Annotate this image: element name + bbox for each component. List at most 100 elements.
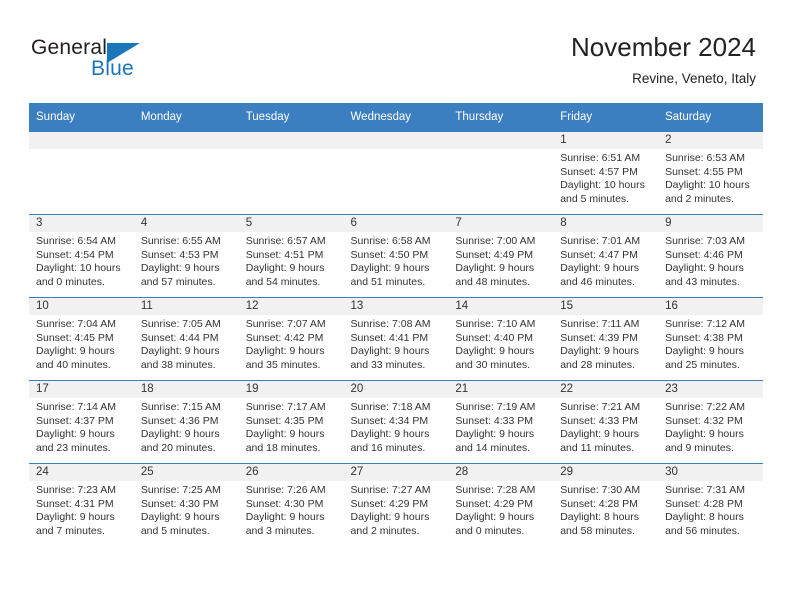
day-cell-inner: 28 Sunrise: 7:28 AM Sunset: 4:29 PM Dayligh… <box>448 464 554 546</box>
calendar-day-cell[interactable]: 15 Sunrise: 7:11 AM Sunset: 4:39 PM Dayligh… <box>553 297 659 381</box>
daylight-text-cont: and 51 minutes. <box>350 275 426 288</box>
sunset-text: Sunset: 4:36 PM <box>140 414 219 427</box>
calendar-day-cell[interactable]: 28 Sunrise: 7:28 AM Sunset: 4:29 PM Dayligh… <box>448 463 554 546</box>
day-number <box>133 132 239 149</box>
day-cell-inner: 24 Sunrise: 7:23 AM Sunset: 4:31 PM Dayligh… <box>29 464 134 546</box>
calendar-day-cell[interactable]: 11 Sunrise: 7:05 AM Sunset: 4:44 PM Dayligh… <box>133 297 239 381</box>
day-details: Sunrise: 6:54 AM Sunset: 4:54 PM Daylight:… <box>29 232 134 289</box>
calendar-day-cell[interactable]: 9 Sunrise: 7:03 AM Sunset: 4:46 PM Daylight… <box>658 214 763 298</box>
calendar-day-cell[interactable]: 19 Sunrise: 7:17 AM Sunset: 4:35 PM Dayligh… <box>238 380 344 464</box>
calendar-day-cell[interactable]: 24 Sunrise: 7:23 AM Sunset: 4:31 PM Dayligh… <box>29 463 134 546</box>
daylight-text: Daylight: 9 hours <box>140 262 220 275</box>
calendar-day-cell[interactable]: 3 Sunrise: 6:54 AM Sunset: 4:54 PM Daylight… <box>29 214 134 298</box>
daylight-text: Daylight: 10 hours <box>665 179 750 192</box>
calendar-day-cell[interactable]: 5 Sunrise: 6:57 AM Sunset: 4:51 PM Daylight… <box>238 214 344 298</box>
day-details: Sunrise: 6:58 AM Sunset: 4:50 PM Daylight:… <box>344 232 449 289</box>
daylight-text: Daylight: 9 hours <box>245 428 325 441</box>
daylight-text-cont: and 33 minutes. <box>350 358 426 371</box>
day-details: Sunrise: 7:00 AM Sunset: 4:49 PM Daylight:… <box>448 232 553 289</box>
calendar-day-cell[interactable]: 4 Sunrise: 6:55 AM Sunset: 4:53 PM Daylight… <box>133 214 239 298</box>
calendar-day-cell[interactable]: 1 Sunrise: 6:51 AM Sunset: 4:57 PM Daylight… <box>553 131 659 215</box>
sunset-text: Sunset: 4:28 PM <box>665 497 743 510</box>
day-number: 27 <box>343 464 449 481</box>
calendar-day-cell[interactable]: 10 Sunrise: 7:04 AM Sunset: 4:45 PM Dayligh… <box>29 297 134 381</box>
day-details: Sunrise: 6:51 AM Sunset: 4:57 PM Daylight:… <box>553 149 658 206</box>
sunrise-text: Sunrise: 7:21 AM <box>560 401 641 413</box>
calendar-day-cell[interactable]: 20 Sunrise: 7:18 AM Sunset: 4:34 PM Dayligh… <box>343 380 449 464</box>
day-details: Sunrise: 7:27 AM Sunset: 4:29 PM Daylight:… <box>344 481 449 538</box>
daylight-text: Daylight: 10 hours <box>560 179 645 192</box>
day-number: 28 <box>448 464 554 481</box>
calendar-day-cell[interactable]: 23 Sunrise: 7:22 AM Sunset: 4:32 PM Dayligh… <box>658 380 763 464</box>
daylight-text: Daylight: 9 hours <box>665 262 744 275</box>
logo-text-blue: Blue <box>91 57 134 80</box>
day-details: Sunrise: 7:10 AM Sunset: 4:40 PM Daylight:… <box>448 315 553 372</box>
sunrise-text: Sunrise: 7:03 AM <box>665 235 746 247</box>
day-number: 24 <box>29 464 134 481</box>
calendar-day-cell[interactable]: 18 Sunrise: 7:15 AM Sunset: 4:36 PM Dayligh… <box>133 380 239 464</box>
daylight-text-cont: and 7 minutes. <box>36 524 105 537</box>
sunrise-text: Sunrise: 7:11 AM <box>560 318 640 330</box>
daylight-text: Daylight: 9 hours <box>140 345 220 358</box>
sunrise-text: Sunrise: 7:23 AM <box>36 484 116 496</box>
calendar-day-cell[interactable]: 12 Sunrise: 7:07 AM Sunset: 4:42 PM Dayligh… <box>238 297 344 381</box>
daylight-text-cont: and 40 minutes. <box>36 358 111 371</box>
calendar-day-cell[interactable]: 17 Sunrise: 7:14 AM Sunset: 4:37 PM Dayligh… <box>29 380 134 464</box>
daylight-text-cont: and 57 minutes. <box>140 275 216 288</box>
calendar-day-cell[interactable]: 30 Sunrise: 7:31 AM Sunset: 4:28 PM Dayligh… <box>658 463 763 546</box>
sunrise-text: Sunrise: 7:25 AM <box>140 484 221 496</box>
day-details: Sunrise: 7:14 AM Sunset: 4:37 PM Daylight:… <box>29 398 134 455</box>
day-cell-inner <box>448 132 554 214</box>
day-number <box>448 132 554 149</box>
general-blue-logo[interactable]: General Blue <box>31 36 181 86</box>
sunset-text: Sunset: 4:29 PM <box>350 497 429 510</box>
calendar-header-row: Sunday Monday Tuesday Wednesday Thursday Frid… <box>29 103 763 132</box>
day-number: 19 <box>238 381 344 398</box>
calendar-day-cell[interactable]: 14 Sunrise: 7:10 AM Sunset: 4:40 PM Dayligh… <box>448 297 554 381</box>
day-details: Sunrise: 7:03 AM Sunset: 4:46 PM Daylight:… <box>658 232 763 289</box>
daylight-text-cont: and 30 minutes. <box>455 358 531 371</box>
calendar-day-cell[interactable]: 16 Sunrise: 7:12 AM Sunset: 4:38 PM Dayligh… <box>658 297 763 381</box>
sunrise-text: Sunrise: 7:10 AM <box>455 318 536 330</box>
calendar-week-row: 24 Sunrise: 7:23 AM Sunset: 4:31 PM Dayligh… <box>29 463 763 546</box>
sunrise-text: Sunrise: 7:17 AM <box>245 401 326 413</box>
calendar-week-row: 10 Sunrise: 7:04 AM Sunset: 4:45 PM Dayligh… <box>29 297 763 381</box>
sunrise-text: Sunrise: 7:01 AM <box>560 235 641 247</box>
calendar-day-cell[interactable]: 2 Sunrise: 6:53 AM Sunset: 4:55 PM Daylight… <box>658 131 763 215</box>
daylight-text-cont: and 14 minutes. <box>455 441 531 454</box>
day-number: 30 <box>658 464 763 481</box>
sunrise-text: Sunrise: 6:57 AM <box>245 235 326 247</box>
calendar-day-cell[interactable]: 21 Sunrise: 7:19 AM Sunset: 4:33 PM Dayligh… <box>448 380 554 464</box>
day-number: 1 <box>553 132 659 149</box>
sunset-text: Sunset: 4:33 PM <box>455 414 534 427</box>
daylight-text: Daylight: 9 hours <box>560 345 640 358</box>
calendar-day-cell[interactable]: 25 Sunrise: 7:25 AM Sunset: 4:30 PM Dayligh… <box>133 463 239 546</box>
calendar-day-cell[interactable]: 22 Sunrise: 7:21 AM Sunset: 4:33 PM Dayligh… <box>553 380 659 464</box>
day-details: Sunrise: 7:07 AM Sunset: 4:42 PM Daylight:… <box>239 315 344 372</box>
sunset-text: Sunset: 4:46 PM <box>665 248 743 261</box>
day-details: Sunrise: 7:04 AM Sunset: 4:45 PM Daylight:… <box>29 315 134 372</box>
calendar-day-cell[interactable]: 27 Sunrise: 7:27 AM Sunset: 4:29 PM Dayligh… <box>343 463 449 546</box>
sunset-text: Sunset: 4:39 PM <box>560 331 638 344</box>
day-cell-inner: 15 Sunrise: 7:11 AM Sunset: 4:39 PM Dayligh… <box>553 298 659 380</box>
day-number: 26 <box>238 464 344 481</box>
calendar-empty-cell <box>448 131 554 215</box>
calendar-day-cell[interactable]: 13 Sunrise: 7:08 AM Sunset: 4:41 PM Dayligh… <box>343 297 449 381</box>
day-details: Sunrise: 7:21 AM Sunset: 4:33 PM Daylight:… <box>553 398 658 455</box>
day-cell-inner: 5 Sunrise: 6:57 AM Sunset: 4:51 PM Daylight… <box>238 215 344 297</box>
sunrise-text: Sunrise: 7:28 AM <box>455 484 536 496</box>
sunrise-text: Sunrise: 7:22 AM <box>665 401 746 413</box>
day-cell-inner: 20 Sunrise: 7:18 AM Sunset: 4:34 PM Dayligh… <box>343 381 449 463</box>
daylight-text: Daylight: 9 hours <box>350 511 430 524</box>
day-number: 9 <box>658 215 763 232</box>
day-details: Sunrise: 7:31 AM Sunset: 4:28 PM Daylight:… <box>658 481 763 538</box>
calendar-day-cell[interactable]: 6 Sunrise: 6:58 AM Sunset: 4:50 PM Daylight… <box>343 214 449 298</box>
day-cell-inner: 26 Sunrise: 7:26 AM Sunset: 4:30 PM Dayligh… <box>238 464 344 546</box>
day-number: 21 <box>448 381 554 398</box>
calendar-day-cell[interactable]: 8 Sunrise: 7:01 AM Sunset: 4:47 PM Daylight… <box>553 214 659 298</box>
calendar-day-cell[interactable]: 7 Sunrise: 7:00 AM Sunset: 4:49 PM Daylight… <box>448 214 554 298</box>
calendar-day-cell[interactable]: 26 Sunrise: 7:26 AM Sunset: 4:30 PM Dayligh… <box>238 463 344 546</box>
day-number: 29 <box>553 464 659 481</box>
daylight-text: Daylight: 9 hours <box>140 511 220 524</box>
calendar-day-cell[interactable]: 29 Sunrise: 7:30 AM Sunset: 4:28 PM Dayligh… <box>553 463 659 546</box>
